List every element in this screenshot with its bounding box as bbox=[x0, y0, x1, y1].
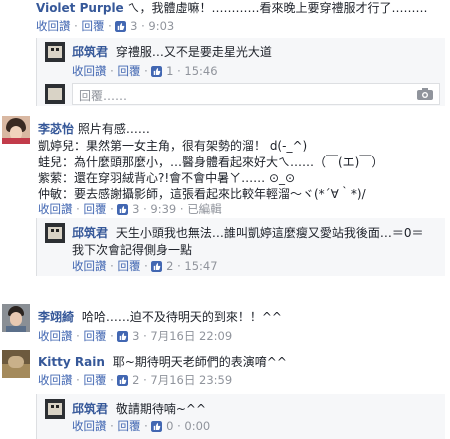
like-count[interactable]: 3 bbox=[115, 19, 141, 33]
reply-meta: 收回讚 · 回覆 · 0 · 0:00 bbox=[72, 419, 211, 433]
comment-text: 哈哈……迫不及待明天的到來！！^^ bbox=[81, 310, 282, 324]
reply-input[interactable]: 回覆…… bbox=[72, 83, 440, 105]
comment-text-line: 蛙兒：為什麼頭那麼小，…醫身體看起來好大ㄟ……（￣(エ)￣） bbox=[38, 155, 384, 169]
thumbs-up-icon bbox=[117, 331, 129, 342]
reply-text: 敬請期待喃~^^ bbox=[115, 402, 207, 416]
edited-label[interactable]: 已編輯 bbox=[187, 202, 222, 216]
comment-li-biyi: 李苾怡 照片有感…… bbox=[38, 120, 150, 137]
reply-time[interactable]: 15:46 bbox=[184, 64, 217, 78]
comment-kitty-rain: Kitty Rain 耶~期待明天老師們的表演唷^^ bbox=[38, 353, 287, 370]
reply-text: 天生小頭我也無法…誰叫凱婷這麼瘦又愛站我後面…＝0＝ bbox=[115, 226, 424, 240]
comment-meta: 收回讚 · 回覆 · 3 · 9:39 · 已編輯 bbox=[38, 202, 222, 216]
reply-text: 穿禮服…又不是要走星光大道 bbox=[115, 45, 272, 59]
like-count[interactable]: 2 bbox=[151, 259, 177, 273]
thumbs-up-icon bbox=[151, 66, 163, 77]
reply-time[interactable]: 15:47 bbox=[184, 259, 217, 273]
commenter-name[interactable]: 邱筑君 bbox=[72, 402, 108, 416]
reply-link[interactable]: 回覆 bbox=[81, 19, 104, 33]
comment-violet-purple: Violet Purple ㄟ，我體虛嘛！…………看來晚上要穿禮服才行了……… bbox=[36, 0, 428, 16]
comment-text-line: 紫萦：還在穿羽絨背心?!會不會中暑ㄚ…… ⊙_⊙ bbox=[38, 171, 296, 185]
reply-link[interactable]: 回覆 bbox=[83, 202, 106, 216]
thumbs-up-icon bbox=[117, 375, 129, 386]
reply-link[interactable]: 回覆 bbox=[83, 373, 106, 387]
thumbs-up-icon bbox=[151, 421, 163, 432]
reply-text: 我下次會記得側身一點 bbox=[72, 243, 193, 257]
like-count[interactable]: 3 bbox=[117, 329, 143, 343]
like-count[interactable]: 0 bbox=[151, 419, 177, 433]
comment-text-line: 照片有感…… bbox=[77, 122, 150, 136]
reply-link[interactable]: 回覆 bbox=[83, 329, 106, 343]
commenter-name[interactable]: 邱筑君 bbox=[72, 226, 108, 240]
reply-item: 邱筑君 敬請期待喃~^^ bbox=[72, 400, 206, 417]
reply-meta: 收回讚 · 回覆 · 2 · 15:47 bbox=[72, 259, 218, 273]
commenter-name[interactable]: Kitty Rain bbox=[38, 355, 105, 369]
comment-meta: 收回讚 · 回覆 · 2 · 7月16日 23:59 bbox=[38, 373, 233, 387]
avatar[interactable] bbox=[2, 304, 30, 332]
comment-text: ㄟ，我體虛嘛！…………看來晚上要穿禮服才行了……… bbox=[127, 1, 428, 15]
unlike-link[interactable]: 收回讚 bbox=[38, 202, 73, 216]
reply-link[interactable]: 回覆 bbox=[117, 259, 140, 273]
avatar[interactable] bbox=[2, 116, 30, 144]
reply-item: 邱筑君 穿禮服…又不是要走星光大道 bbox=[72, 43, 272, 60]
reply-item: 邱筑君 天生小頭我也無法…誰叫凱婷這麼瘦又愛站我後面…＝0＝ bbox=[72, 224, 423, 241]
comment-time[interactable]: 9:39 bbox=[150, 202, 176, 216]
comment-text-line: 仲敏：要去感謝攝影師，這張看起來比較年輕溜～ヾ(*´∀｀*)/ bbox=[38, 187, 366, 201]
commenter-name[interactable]: 李翊綺 bbox=[38, 310, 74, 324]
comment-time[interactable]: 7月16日 22:09 bbox=[150, 329, 232, 343]
thumbs-up-icon bbox=[117, 204, 129, 215]
thumbs-up-icon bbox=[151, 261, 163, 272]
commenter-name[interactable]: Violet Purple bbox=[36, 1, 124, 15]
comment-meta: 收回讚 · 回覆 · 3 · 7月16日 22:09 bbox=[38, 329, 233, 343]
commenter-name[interactable]: 邱筑君 bbox=[72, 45, 108, 59]
unlike-link[interactable]: 收回讚 bbox=[72, 259, 107, 273]
comment-li-yiqi: 李翊綺 哈哈……迫不及待明天的到來！！^^ bbox=[38, 308, 282, 325]
comment-time[interactable]: 7月16日 23:59 bbox=[150, 373, 232, 387]
reply-time[interactable]: 0:00 bbox=[184, 419, 210, 433]
reply-link[interactable]: 回覆 bbox=[117, 419, 140, 433]
comment-meta: 收回讚 · 回覆 · 3 · 9:03 bbox=[36, 19, 175, 33]
unlike-link[interactable]: 收回讚 bbox=[38, 329, 73, 343]
like-count[interactable]: 2 bbox=[117, 373, 143, 387]
camera-icon[interactable] bbox=[417, 88, 433, 100]
comment-text: 耶~期待明天老師們的表演唷^^ bbox=[112, 355, 287, 369]
avatar[interactable] bbox=[45, 223, 65, 243]
avatar[interactable] bbox=[45, 42, 65, 62]
unlike-link[interactable]: 收回讚 bbox=[38, 373, 73, 387]
my-avatar bbox=[45, 84, 65, 104]
thumbs-up-icon bbox=[115, 21, 127, 32]
reply-link[interactable]: 回覆 bbox=[117, 64, 140, 78]
comment-text-line: 凱婷兒：果然第一女主角，很有架勢的溜！ d(-_^) bbox=[38, 139, 308, 153]
comment-time[interactable]: 9:03 bbox=[148, 19, 174, 33]
avatar[interactable] bbox=[45, 399, 65, 419]
unlike-link[interactable]: 收回讚 bbox=[72, 64, 107, 78]
like-count[interactable]: 3 bbox=[117, 202, 143, 216]
reply-meta: 收回讚 · 回覆 · 1 · 15:46 bbox=[72, 64, 218, 78]
unlike-link[interactable]: 收回讚 bbox=[36, 19, 71, 33]
commenter-name[interactable]: 李苾怡 bbox=[38, 122, 74, 136]
like-count[interactable]: 1 bbox=[151, 64, 177, 78]
avatar[interactable] bbox=[2, 350, 30, 378]
unlike-link[interactable]: 收回讚 bbox=[72, 419, 107, 433]
